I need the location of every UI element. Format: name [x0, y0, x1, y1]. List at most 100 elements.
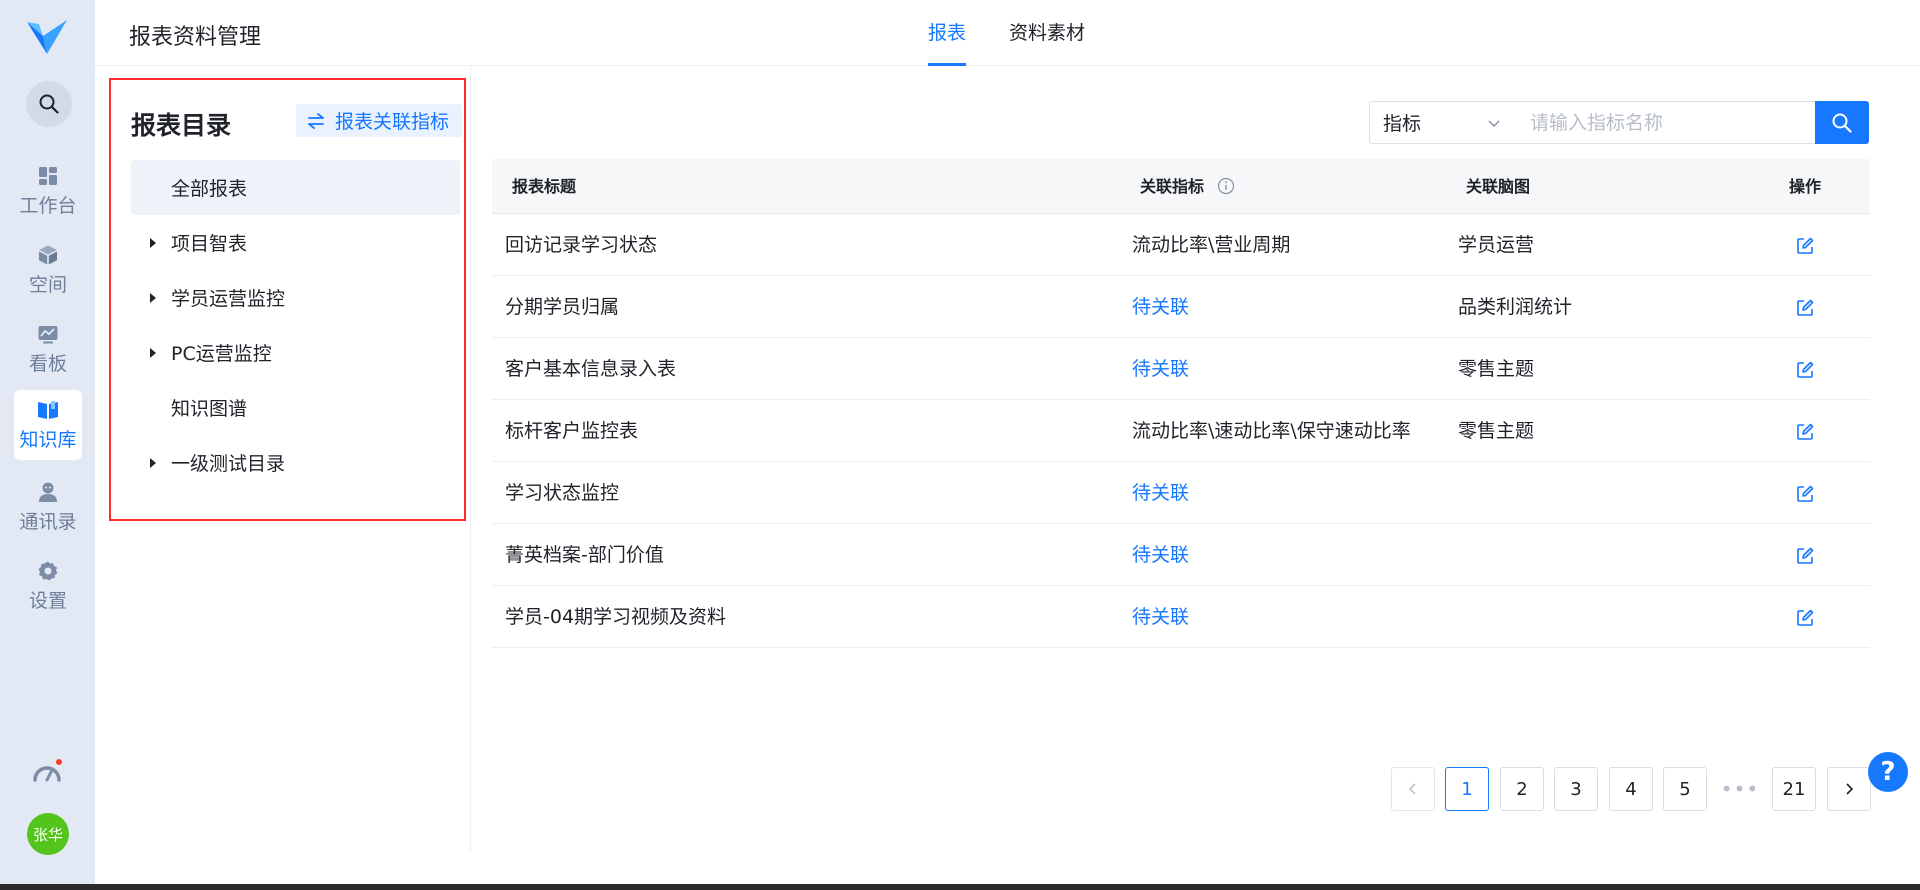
header-report-title: 报表标题 — [512, 177, 577, 196]
edit-icon[interactable] — [1795, 236, 1815, 256]
nav-item-space[interactable]: 空间 — [14, 235, 82, 305]
header-linked-indicator-label: 关联指标 — [1140, 177, 1205, 196]
page-button-5[interactable]: 5 — [1663, 767, 1707, 811]
nav-item-contacts[interactable]: 通讯录 — [14, 472, 82, 542]
nav-label: 看板 — [28, 352, 67, 375]
cell-report-title: 客户基本信息录入表 — [505, 358, 677, 380]
dashboard-icon — [39, 166, 57, 185]
nav-item-workbench[interactable]: 工作台 — [14, 156, 82, 226]
header-linked-indicator: 关联指标 — [1140, 159, 1235, 214]
page-button-3[interactable]: 3 — [1554, 767, 1598, 811]
caret-right-icon[interactable] — [150, 237, 156, 248]
chart-board-icon — [38, 325, 58, 343]
chevron-down-icon — [1488, 120, 1500, 128]
table-row: 标杆客户监控表 流动比率\速动比率\保守速动比率 零售主题 — [492, 400, 1870, 462]
nav-label: 设置 — [28, 589, 67, 612]
page-button-1[interactable]: 1 — [1445, 767, 1489, 811]
header-linked-mindmap: 关联脑图 — [1466, 177, 1531, 196]
prev-page-button[interactable] — [1391, 767, 1435, 811]
indicator-search-input[interactable] — [1515, 101, 1815, 144]
report-link-indicator-button[interactable]: 报表关联指标 — [296, 104, 462, 137]
page-button-4[interactable]: 4 — [1609, 767, 1653, 811]
swap-arrows-icon — [308, 112, 324, 129]
book-icon — [38, 400, 58, 419]
caret-right-icon[interactable] — [150, 347, 156, 358]
speedometer-help-button[interactable] — [30, 756, 64, 790]
global-search-button[interactable] — [26, 81, 72, 127]
tree-item-label: 全部报表 — [171, 178, 248, 200]
cell-link-pending[interactable]: 待关联 — [1132, 524, 1189, 586]
cell-linked-mindmap: 零售主题 — [1458, 358, 1535, 380]
cell-link-pending[interactable]: 待关联 — [1132, 462, 1189, 524]
tree-item-all-reports[interactable]: 全部报表 — [131, 160, 460, 215]
tree-item-knowledge-graph[interactable]: 知识图谱 — [131, 380, 460, 435]
header-action: 操作 — [1789, 177, 1822, 196]
edit-icon[interactable] — [1795, 546, 1815, 566]
search-submit-button[interactable] — [1815, 101, 1869, 144]
table-row: 回访记录学习状态 流动比率\营业周期 学员运营 — [492, 214, 1870, 276]
tree-item-label: 知识图谱 — [171, 398, 248, 420]
chevron-left-icon — [1408, 783, 1416, 795]
edit-icon[interactable] — [1795, 608, 1815, 628]
cell-link-pending[interactable]: 待关联 — [1132, 338, 1189, 400]
caret-right-icon[interactable] — [150, 292, 156, 303]
cell-linked-mindmap: 学员运营 — [1458, 234, 1535, 256]
cell-report-title: 标杆客户监控表 — [505, 420, 639, 442]
cube-icon — [39, 245, 57, 264]
bottom-bar — [0, 884, 1920, 890]
cell-link-pending[interactable]: 待关联 — [1132, 586, 1189, 648]
cell-report-title: 分期学员归属 — [505, 296, 620, 318]
page-button-2[interactable]: 2 — [1500, 767, 1544, 811]
report-table: 报表标题 关联指标 关联脑图 操作 回访记录学习状态 流动比率\营业周期 学员运… — [492, 159, 1870, 648]
contacts-icon — [39, 482, 57, 502]
cell-report-title: 学员-04期学习视频及资料 — [505, 606, 727, 628]
nav-label: 空间 — [28, 273, 67, 296]
gear-icon — [38, 561, 58, 580]
edit-icon[interactable] — [1795, 360, 1815, 380]
tree-item-label: 项目智表 — [171, 233, 248, 255]
tab-reports[interactable]: 报表 — [928, 0, 967, 66]
tree-item-label: 一级测试目录 — [171, 453, 286, 475]
chevron-right-icon — [1846, 783, 1854, 795]
help-float-button[interactable]: ? — [1868, 752, 1908, 792]
table-row: 菁英档案-部门价值 待关联 — [492, 524, 1870, 586]
edit-icon[interactable] — [1795, 484, 1815, 504]
cell-linked-mindmap: 零售主题 — [1458, 420, 1535, 442]
table-header: 报表标题 关联指标 关联脑图 操作 — [492, 159, 1870, 214]
nav-item-settings[interactable]: 设置 — [14, 551, 82, 621]
cell-link-pending[interactable]: 待关联 — [1132, 276, 1189, 338]
cell-report-title: 回访记录学习状态 — [505, 234, 658, 256]
catalog-tree: 全部报表 项目智表 学员运营监控 PC运营监控 知识图谱 一级测试目录 — [131, 160, 460, 490]
search-icon — [39, 94, 59, 114]
tree-item-test-dir[interactable]: 一级测试目录 — [131, 435, 460, 490]
cell-report-title: 菁英档案-部门价值 — [505, 544, 664, 566]
tree-item-project-smart[interactable]: 项目智表 — [131, 215, 460, 270]
caret-right-icon[interactable] — [150, 457, 156, 468]
search-type-select[interactable]: 指标 — [1369, 101, 1516, 144]
page-ellipsis[interactable]: ••• — [1718, 767, 1762, 811]
table-row: 分期学员归属 待关联 品类利润统计 — [492, 276, 1870, 338]
edit-icon[interactable] — [1795, 422, 1815, 442]
search-type-value: 指标 — [1383, 113, 1422, 135]
tree-item-pc-ops[interactable]: PC运营监控 — [131, 325, 460, 380]
edit-icon[interactable] — [1795, 298, 1815, 318]
top-header: 报表资料管理 报表 资料素材 — [95, 0, 1920, 66]
nav-label: 通讯录 — [19, 510, 77, 533]
next-page-button[interactable] — [1827, 767, 1871, 811]
nav-label: 工作台 — [19, 194, 77, 217]
tree-item-label: 学员运营监控 — [171, 288, 286, 310]
nav-item-knowledge[interactable]: 知识库 — [14, 390, 82, 460]
user-avatar[interactable]: 张华 — [27, 813, 69, 855]
cell-report-title: 学习状态监控 — [505, 482, 620, 504]
tree-item-student-ops[interactable]: 学员运营监控 — [131, 270, 460, 325]
page-button-last[interactable]: 21 — [1772, 767, 1816, 811]
info-icon[interactable] — [1217, 177, 1235, 195]
app-logo-icon — [27, 20, 67, 54]
tree-item-label: PC运营监控 — [171, 343, 272, 365]
tab-materials[interactable]: 资料素材 — [1009, 0, 1085, 66]
nav-item-board[interactable]: 看板 — [14, 314, 82, 384]
table-row: 学员-04期学习视频及资料 待关联 — [492, 586, 1870, 648]
search-icon — [1832, 113, 1852, 133]
report-catalog-panel: 报表目录 报表关联指标 全部报表 项目智表 学员运营监控 PC运营监控 知识图谱… — [109, 78, 466, 521]
speedometer-icon — [33, 759, 62, 782]
